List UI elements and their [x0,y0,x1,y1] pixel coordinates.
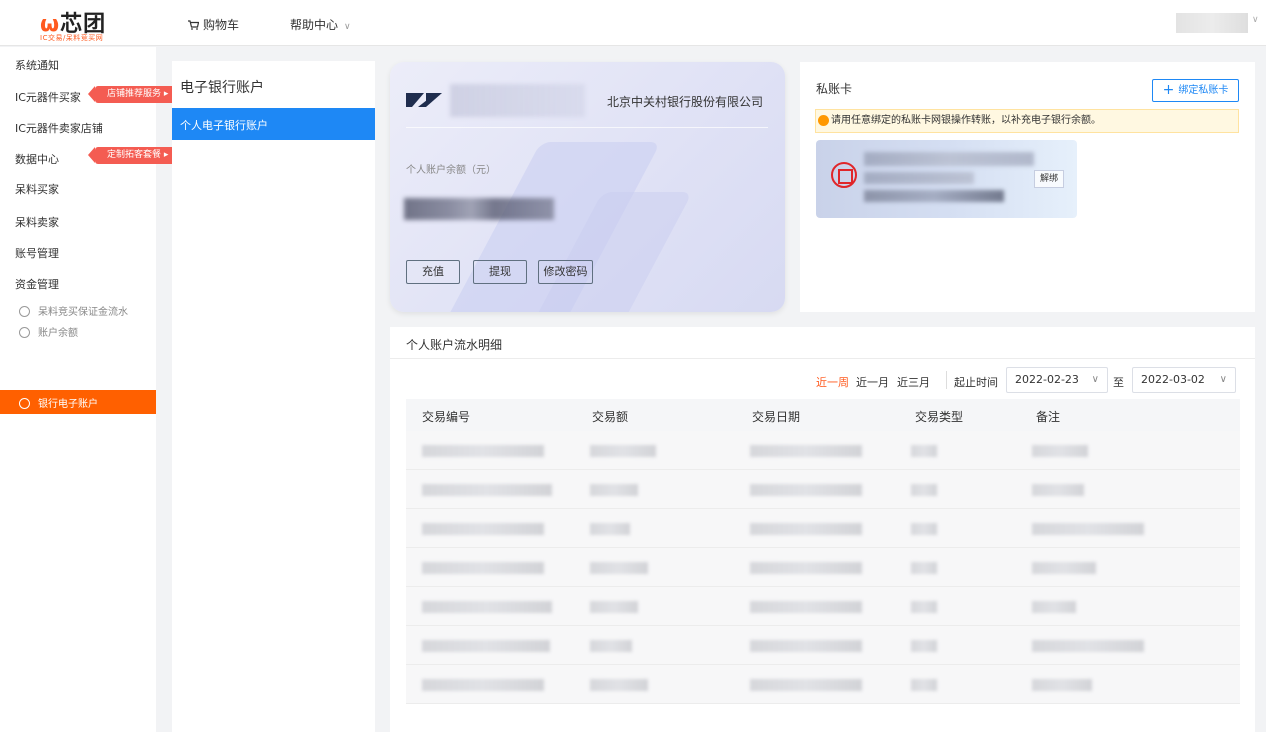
table-row[interactable] [406,509,1240,548]
card-divider [406,127,768,128]
sidebar-item-account[interactable]: 账号管理 [15,245,59,261]
table-row[interactable] [406,470,1240,509]
unbind-button[interactable]: 解绑 [1034,170,1064,188]
card-number-masked [864,190,1004,202]
chevron-down-icon: ∨ [1091,374,1099,385]
sidebar-sub-deposit-flow[interactable]: 呆料竞买保证金流水 [19,303,128,318]
user-menu[interactable] [1176,13,1248,33]
icbc-logo-icon [831,162,857,188]
col-txn-id: 交易编号 [422,410,471,424]
withdraw-button[interactable]: 提现 [473,260,527,284]
custom-package-tag[interactable]: 定制拓客套餐 ▸ [87,147,177,164]
ebank-personal-tab[interactable]: 个人电子银行账户 [172,108,375,140]
deposit-icon [19,306,30,317]
sidebar-item-funds[interactable]: 资金管理 [15,276,59,292]
wallet-icon [19,327,30,338]
divider [946,371,947,389]
warning-icon [818,115,829,126]
start-date-picker[interactable]: 2022-02-23 ∨ [1006,367,1108,393]
table-row[interactable] [406,548,1240,587]
table-row[interactable] [406,587,1240,626]
recharge-button[interactable]: 充值 [406,260,460,284]
table-header: 交易编号 交易额 交易日期 交易类型 备注 [406,399,1240,431]
private-card-title: 私账卡 [816,82,853,96]
bank-logo-icon [406,93,442,107]
plus-icon: + [1162,82,1175,98]
sidebar-item-ic-buyer[interactable]: IC元器件买家 [15,89,81,105]
chevron-down-icon: ∨ [1219,374,1227,385]
sidebar-item-data-center[interactable]: 数据中心 [15,151,59,167]
balance-label: 个人账户余额（元） [406,165,496,176]
sidebar-sub-balance[interactable]: 账户余额 [19,324,78,339]
ebank-card: 北京中关村银行股份有限公司 个人账户余额（元） 充值 提现 修改密码 [390,62,785,312]
logo-subtitle: IC交易/呆料竞买网 [40,34,104,42]
sidebar-item-ic-seller[interactable]: IC元器件卖家店铺 [15,120,103,136]
ebank-panel: 电子银行账户 个人电子银行账户 [172,61,375,732]
bound-bank-card: 解绑 [816,140,1077,218]
date-to-label: 至 [1113,376,1124,389]
range-month[interactable]: 近一月 [856,374,889,390]
col-remark: 备注 [1036,410,1061,424]
logo[interactable]: ω芯团 IC交易/呆料竞买网 [40,6,150,42]
sidebar: 系统通知 IC元器件买家 店铺推荐服务 ▸ IC元器件卖家店铺 数据中心 定制拓… [0,47,177,732]
date-range-label: 起止时间 [954,376,998,389]
bank-icon [19,398,30,409]
nav-cart[interactable]: 购物车 [188,16,239,33]
end-date-picker[interactable]: 2022-03-02 ∨ [1132,367,1236,393]
ebank-panel-title: 电子银行账户 [180,80,264,96]
col-date: 交易日期 [752,410,801,424]
account-number-masked [450,84,585,117]
bind-card-button[interactable]: + 绑定私账卡 [1152,79,1239,102]
bank-name: 北京中关村银行股份有限公司 [607,95,764,109]
range-week[interactable]: 近一周 [816,374,849,390]
transaction-panel: 个人账户流水明细 近一周 近一月 近三月 起止时间 2022-02-23 ∨ 至 … [390,327,1255,732]
table-row[interactable] [406,626,1240,665]
chevron-down-icon[interactable]: ∨ [1252,15,1259,25]
store-recommend-tag[interactable]: 店铺推荐服务 ▸ [87,86,177,103]
nav-help-center[interactable]: 帮助中心 ∨ [290,16,351,33]
change-password-button[interactable]: 修改密码 [538,260,593,284]
table-row[interactable] [406,665,1240,704]
col-amount: 交易额 [592,410,629,424]
notice-bar: 请用任意绑定的私账卡网银操作转账，以补充电子银行余额。 [815,109,1239,133]
sidebar-item-surplus-seller[interactable]: 呆料卖家 [15,214,59,230]
card-info-masked [864,172,974,184]
sidebar-sub-ebank-active[interactable]: 银行电子账户 [0,390,156,414]
transaction-title: 个人账户流水明细 [406,338,503,352]
range-three-months[interactable]: 近三月 [897,374,930,390]
card-info-masked [864,152,1034,166]
table-row[interactable] [406,431,1240,470]
top-header: ω芯团 IC交易/呆料竞买网 购物车 帮助中心 ∨ ∨ [0,0,1266,46]
sidebar-item-notifications[interactable]: 系统通知 [15,57,59,73]
divider [390,358,1255,359]
sidebar-item-surplus-buyer[interactable]: 呆料买家 [15,181,59,197]
cart-icon [188,20,199,30]
private-card-panel: 私账卡 + 绑定私账卡 请用任意绑定的私账卡网银操作转账，以补充电子银行余额。 解… [800,62,1255,312]
balance-value-masked [404,198,554,220]
chevron-down-icon: ∨ [344,22,351,32]
col-type: 交易类型 [915,410,964,424]
